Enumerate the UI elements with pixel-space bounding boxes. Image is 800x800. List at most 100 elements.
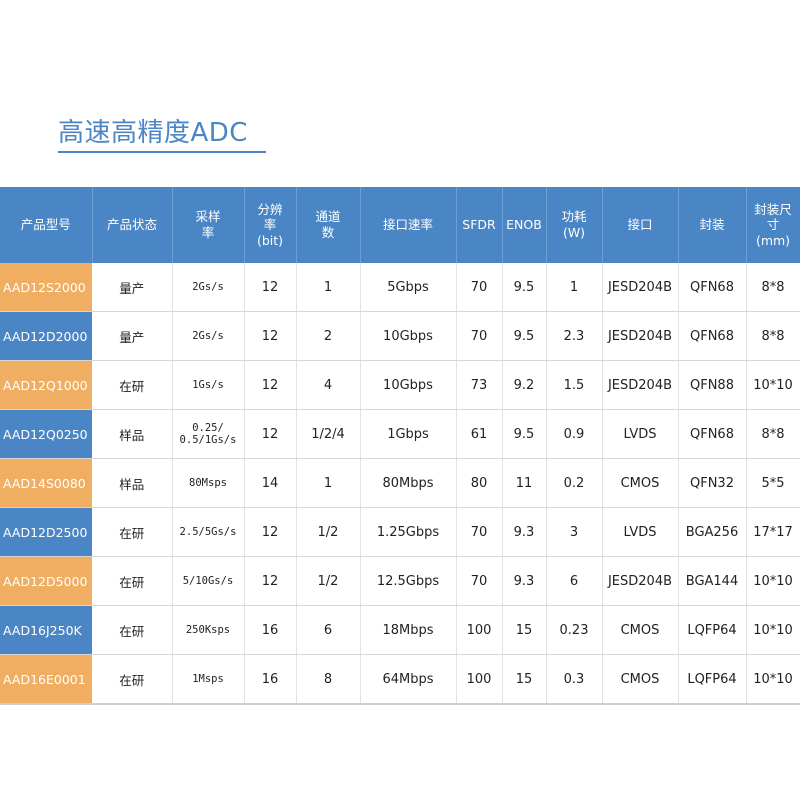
cell-package: BGA256 [678,507,747,557]
cell-power: 2.3 [546,311,603,361]
cell-package: QFN68 [678,263,747,312]
table-row: AAD12D2000 量产 2Gs/s 12 2 10Gbps 70 9.5 2.3 JESD20… [0,311,800,361]
table-row: AAD14S0080 样品 80Msps 14 1 80Mbps 80 11 0.2 CMOS QF… [0,458,800,508]
table-row: AAD12Q1000 在研 1Gs/s 12 4 10Gbps 73 9.2 1.5 JESD20… [0,360,800,410]
cell-model: AAD16J250K [0,605,92,655]
cell-sample-rate: 250Ksps [172,605,245,655]
header-resolution: 分辨 率 (bit) [244,187,297,263]
cell-power: 0.9 [546,409,603,459]
table-header-row: 产品型号 产品状态 采样 率 分辨 率 (bit) 通道 数 接口速率 SFDR… [0,187,800,263]
table-row: AAD12Q0250 样品 0.25/ 0.5/1Gs/s 12 1/2/4 1Gbps 6… [0,409,800,459]
cell-sfdr: 80 [456,458,503,508]
cell-status: 在研 [92,605,173,655]
cell-channels: 1/2/4 [296,409,361,459]
cell-channels: 6 [296,605,361,655]
cell-interface: JESD204B [602,263,679,312]
cell-status: 在研 [92,360,173,410]
cell-interface: JESD204B [602,556,679,606]
cell-package-size: 10*10 [746,360,800,410]
cell-package: LQFP64 [678,654,747,705]
table-row: AAD12S2000 量产 2Gs/s 12 1 5Gbps 70 9.5 1 JESD204B Q… [0,263,800,312]
cell-channels: 4 [296,360,361,410]
header-sfdr: SFDR [456,187,503,263]
header-interface: 接口 [602,187,679,263]
cell-power: 6 [546,556,603,606]
cell-resolution: 12 [244,263,297,312]
cell-interface-rate: 1.25Gbps [360,507,457,557]
cell-sfdr: 73 [456,360,503,410]
cell-package-size: 10*10 [746,556,800,606]
cell-sfdr: 100 [456,605,503,655]
cell-sample-rate: 2.5/5Gs/s [172,507,245,557]
table-row: AAD16J250K 在研 250Ksps 16 6 18Mbps 100 15 0.23 CMO… [0,605,800,655]
cell-enob: 11 [502,458,547,508]
page-title: 高速高精度ADC [58,118,248,148]
cell-package-size: 17*17 [746,507,800,557]
cell-interface: LVDS [602,409,679,459]
header-model: 产品型号 [0,187,93,263]
cell-status: 在研 [92,556,173,606]
cell-interface: CMOS [602,605,679,655]
cell-package-size: 8*8 [746,409,800,459]
cell-model: AAD12Q1000 [0,360,92,410]
adc-spec-table: 产品型号 产品状态 采样 率 分辨 率 (bit) 通道 数 接口速率 SFDR… [0,187,800,705]
cell-channels: 1 [296,263,361,312]
cell-interface-rate: 64Mbps [360,654,457,705]
cell-model: AAD14S0080 [0,458,92,508]
header-package: 封装 [678,187,747,263]
cell-power: 0.3 [546,654,603,705]
cell-sample-rate: 2Gs/s [172,263,245,312]
cell-interface-rate: 18Mbps [360,605,457,655]
cell-sfdr: 70 [456,556,503,606]
cell-status: 样品 [92,409,173,459]
cell-package-size: 10*10 [746,605,800,655]
cell-interface-rate: 1Gbps [360,409,457,459]
table-body: AAD12S2000 量产 2Gs/s 12 1 5Gbps 70 9.5 1 JESD204B Q… [0,263,800,705]
cell-interface: JESD204B [602,311,679,361]
header-package-size: 封装尺寸 (mm) [746,187,800,263]
table-row: AAD12D5000 在研 5/10Gs/s 12 1/2 12.5Gbps 70 9.3 6 J… [0,556,800,606]
cell-sample-rate: 1Msps [172,654,245,705]
header-power: 功耗 (W) [546,187,603,263]
cell-package: LQFP64 [678,605,747,655]
cell-interface-rate: 12.5Gbps [360,556,457,606]
cell-resolution: 12 [244,409,297,459]
header-enob: ENOB [502,187,547,263]
cell-sfdr: 100 [456,654,503,705]
cell-resolution: 16 [244,654,297,705]
title-underline [58,151,266,153]
cell-sfdr: 61 [456,409,503,459]
cell-model: AAD12S2000 [0,263,92,312]
header-status: 产品状态 [92,187,173,263]
cell-enob: 9.2 [502,360,547,410]
cell-sfdr: 70 [456,311,503,361]
cell-status: 量产 [92,263,173,312]
cell-resolution: 12 [244,311,297,361]
cell-resolution: 12 [244,507,297,557]
cell-resolution: 12 [244,556,297,606]
cell-status: 在研 [92,654,173,705]
cell-status: 量产 [92,311,173,361]
header-sample-rate: 采样 率 [172,187,245,263]
cell-package: QFN88 [678,360,747,410]
cell-package-size: 5*5 [746,458,800,508]
cell-power: 1.5 [546,360,603,410]
header-interface-rate: 接口速率 [360,187,457,263]
cell-package-size: 8*8 [746,311,800,361]
header-channels: 通道 数 [296,187,361,263]
cell-enob: 9.3 [502,507,547,557]
cell-sample-rate: 0.25/ 0.5/1Gs/s [172,409,245,459]
cell-resolution: 12 [244,360,297,410]
cell-interface-rate: 10Gbps [360,311,457,361]
cell-power: 1 [546,263,603,312]
cell-interface-rate: 5Gbps [360,263,457,312]
cell-power: 3 [546,507,603,557]
cell-interface-rate: 10Gbps [360,360,457,410]
cell-sample-rate: 80Msps [172,458,245,508]
cell-interface: JESD204B [602,360,679,410]
cell-model: AAD16E0001 [0,654,92,705]
cell-model: AAD12Q0250 [0,409,92,459]
cell-enob: 9.5 [502,409,547,459]
cell-sample-rate: 5/10Gs/s [172,556,245,606]
cell-model: AAD12D2000 [0,311,92,361]
